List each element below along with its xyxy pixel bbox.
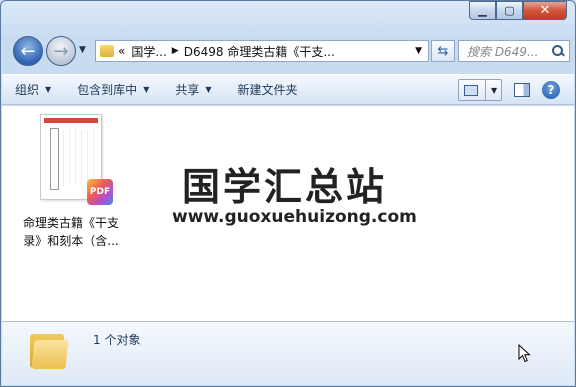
- details-pane: 1 个对象: [2, 321, 574, 385]
- forward-arrow-icon: →: [53, 40, 69, 62]
- include-in-library-menu[interactable]: 包含到库中 ▼: [64, 81, 162, 98]
- maximize-button[interactable]: ▢: [496, 1, 523, 20]
- address-bar[interactable]: « 国学... ▶ D6498 命理类古籍《干支... ▼: [95, 40, 429, 62]
- mouse-cursor-icon: [518, 344, 531, 363]
- forward-button[interactable]: →: [46, 36, 76, 66]
- toolbar-right: ▼ ?: [458, 79, 560, 101]
- chevron-right-icon[interactable]: ▶: [172, 46, 179, 56]
- thumbnail-header: [44, 118, 98, 123]
- address-overflow[interactable]: «: [118, 44, 125, 58]
- file-item[interactable]: PDF 命理类古籍《干支录》和刻本（含...: [12, 114, 130, 250]
- pdf-thumbnail: PDF: [40, 114, 113, 205]
- search-placeholder: 搜索 D649...: [467, 44, 539, 59]
- back-button[interactable]: ←: [13, 36, 43, 66]
- thumbnail-column: [50, 128, 59, 190]
- refresh-button[interactable]: ⇆: [431, 40, 455, 62]
- chevron-down-icon[interactable]: ▼: [491, 86, 497, 95]
- new-folder-button[interactable]: 新建文件夹: [225, 81, 311, 98]
- breadcrumb-item[interactable]: 国学...: [131, 43, 166, 60]
- search-input[interactable]: 搜索 D649...: [458, 40, 570, 62]
- help-icon[interactable]: ?: [542, 81, 560, 99]
- watermark-url: www.guoxuehuizong.com: [172, 207, 417, 227]
- chevron-down-icon: ▼: [205, 85, 212, 94]
- navigation-bar: ← → ▼ « 国学... ▶ D6498 命理类古籍《干支... ▼ ⇆ 搜索…: [9, 35, 570, 67]
- recent-pages-button[interactable]: ▼: [79, 45, 86, 55]
- organize-label: 组织: [15, 83, 40, 97]
- organize-menu[interactable]: 组织 ▼: [2, 81, 64, 98]
- item-count: 1 个对象: [93, 333, 141, 347]
- new-folder-label: 新建文件夹: [237, 83, 298, 97]
- search-icon[interactable]: [552, 45, 564, 57]
- close-button[interactable]: ✕: [523, 1, 567, 20]
- chevron-down-icon: ▼: [143, 85, 150, 94]
- include-in-library-label: 包含到库中: [77, 83, 138, 97]
- breadcrumb-item-current[interactable]: D6498 命理类古籍《干支...: [184, 43, 335, 60]
- watermark-title: 国学汇总站: [182, 165, 388, 209]
- folder-icon: [100, 45, 114, 57]
- back-arrow-icon: ←: [20, 40, 36, 62]
- address-dropdown-icon[interactable]: ▼: [415, 46, 422, 56]
- minimize-button[interactable]: ▁: [469, 1, 496, 20]
- share-menu[interactable]: 共享 ▼: [162, 81, 224, 98]
- command-bar: 组织 ▼ 包含到库中 ▼ 共享 ▼ 新建文件夹 ▼ ?: [2, 74, 574, 105]
- chevron-down-icon: ▼: [45, 85, 52, 94]
- preview-pane-icon[interactable]: [514, 83, 530, 97]
- file-list[interactable]: PDF 命理类古籍《干支录》和刻本（含... 国学汇总站 www.guoxueh…: [2, 106, 574, 321]
- caption-buttons: ▁ ▢ ✕: [469, 1, 567, 20]
- view-icon: [464, 84, 478, 96]
- divider: [485, 80, 486, 100]
- refresh-icon: ⇆: [437, 43, 449, 59]
- folder-icon: [30, 330, 70, 370]
- thumbnail-lines: [63, 130, 95, 186]
- change-view-button[interactable]: ▼: [458, 79, 502, 101]
- explorer-window: ▁ ▢ ✕ ← → ▼ « 国学... ▶ D6498 命理类古籍《干支... …: [0, 0, 576, 387]
- share-label: 共享: [175, 83, 200, 97]
- file-name[interactable]: 命理类古籍《干支录》和刻本（含...: [12, 214, 130, 250]
- pdf-file-icon: PDF: [87, 179, 113, 205]
